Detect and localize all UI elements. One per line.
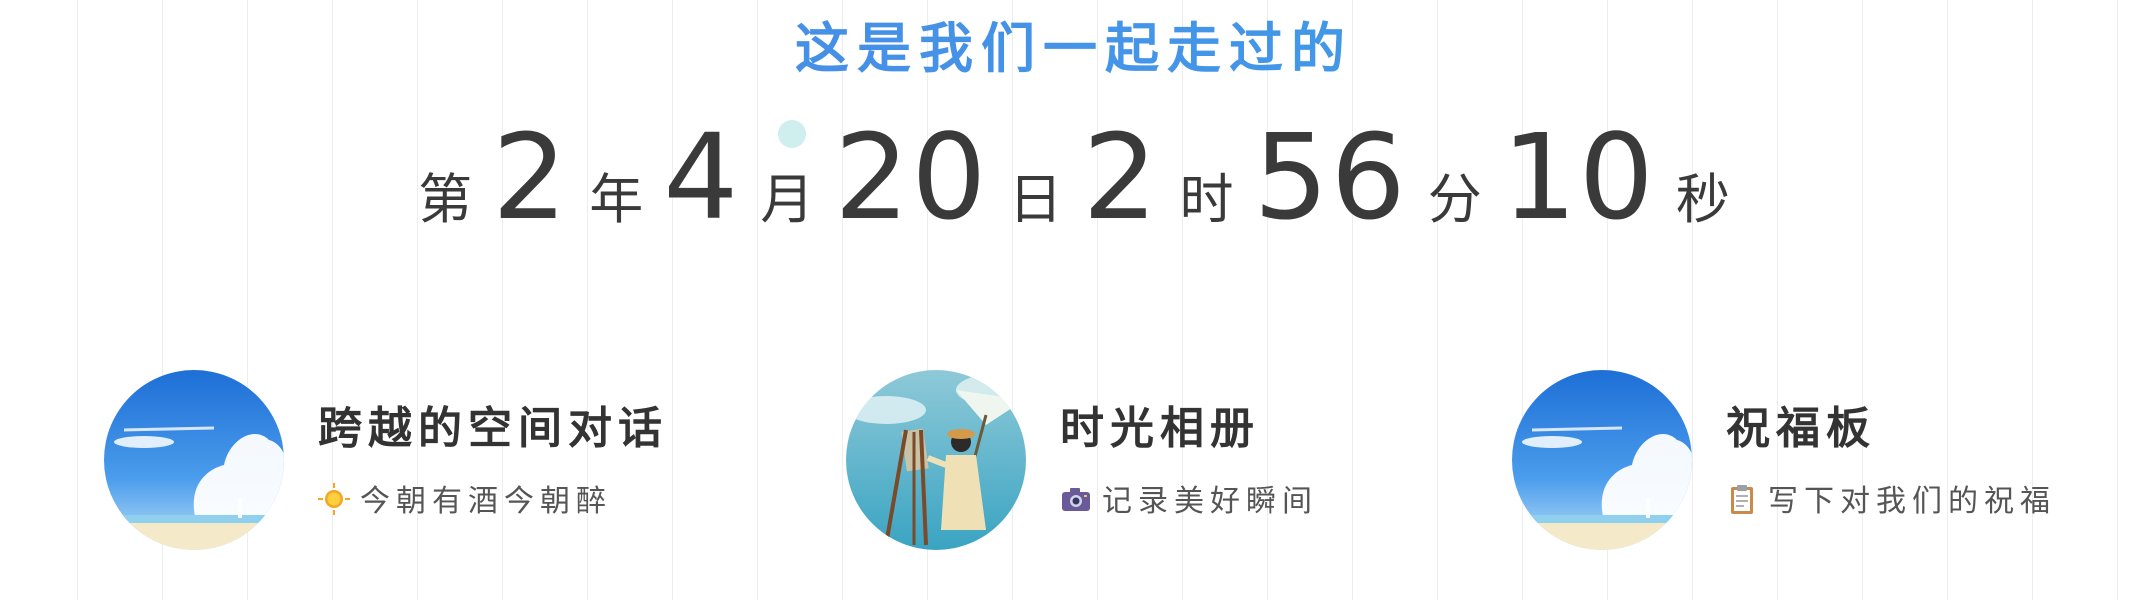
counter-seconds: 10	[1501, 108, 1656, 246]
hero-title: 这是我们一起走过的	[0, 4, 2148, 83]
card-title: 时光相册	[1060, 403, 1260, 454]
camera-icon	[1060, 483, 1092, 515]
card-avatar-sky	[1512, 370, 1692, 550]
counter-years-unit: 年	[589, 168, 644, 231]
page: 这是我们一起走过的 第 2 年 4 月 20 日 2 时 56 分 10 秒 跨…	[0, 0, 2148, 600]
counter-hours: 2	[1082, 108, 1160, 246]
card-photo-album[interactable]: 时光相册 记录美好瞬间	[822, 350, 1552, 600]
clipboard-icon	[1726, 483, 1758, 515]
counter-years: 2	[492, 108, 570, 246]
sun-icon	[318, 483, 350, 515]
counter-minutes: 56	[1253, 108, 1408, 246]
card-space-dialogue[interactable]: 跨越的空间对话 今朝有酒今朝醉	[80, 350, 810, 600]
counter-months-unit: 月	[760, 168, 815, 231]
counter-days: 20	[834, 108, 989, 246]
card-subtitle: 记录美好瞬间	[1060, 476, 1318, 520]
card-subtitle-text: 今朝有酒今朝醉	[360, 484, 612, 519]
counter-months: 4	[663, 108, 741, 246]
counter-seconds-unit: 秒	[1675, 168, 1730, 231]
card-blessing-board[interactable]: 祝福板 写下对我们的祝福	[1488, 350, 2148, 600]
card-title: 祝福板	[1726, 403, 1876, 454]
painter-image	[846, 370, 1026, 550]
card-subtitle: 今朝有酒今朝醉	[318, 476, 612, 520]
counter-hours-unit: 时	[1179, 168, 1234, 231]
card-title: 跨越的空间对话	[318, 403, 668, 454]
counter-prefix: 第	[418, 168, 473, 231]
sky-image	[1512, 370, 1692, 550]
card-subtitle-text: 写下对我们的祝福	[1768, 484, 2056, 519]
card-subtitle: 写下对我们的祝福	[1726, 476, 2056, 520]
sky-image	[104, 370, 284, 550]
card-avatar-sky	[104, 370, 284, 550]
counter-minutes-unit: 分	[1427, 168, 1482, 231]
counter-days-unit: 日	[1008, 168, 1063, 231]
love-timer: 第 2 年 4 月 20 日 2 时 56 分 10 秒	[0, 108, 2148, 246]
card-avatar-painter	[846, 370, 1026, 550]
card-subtitle-text: 记录美好瞬间	[1102, 484, 1318, 519]
